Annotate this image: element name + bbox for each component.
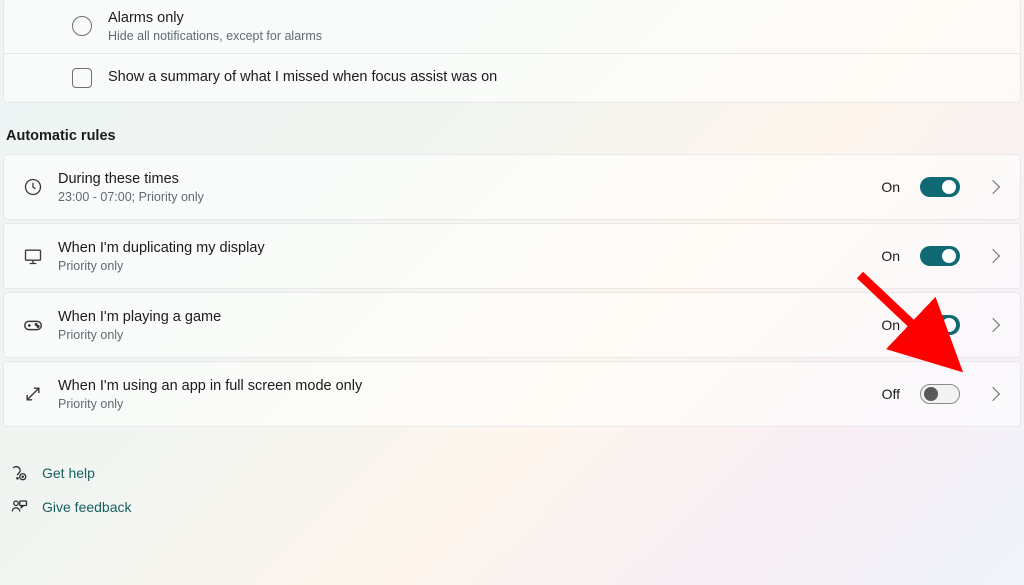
rule-during-these-times[interactable]: During these times 23:00 - 07:00; Priori… (3, 154, 1021, 220)
gamepad-icon (22, 314, 44, 336)
section-header-automatic-rules: Automatic rules (0, 106, 1024, 154)
toggle-state-label: Off (882, 386, 900, 402)
toggle-state-label: On (881, 317, 900, 333)
rule-subtitle: Priority only (58, 397, 868, 411)
help-links: Get help Give feedback (0, 430, 1024, 530)
rule-title: When I'm playing a game (58, 308, 867, 327)
feedback-icon (8, 496, 30, 518)
toggle-fullscreen-app[interactable] (920, 384, 960, 404)
toggle-playing-game[interactable] (920, 315, 960, 335)
rule-title: When I'm duplicating my display (58, 239, 867, 258)
chevron-right-icon[interactable] (986, 387, 1000, 401)
option-title: Alarms only (108, 9, 322, 28)
toggle-duplicating-display[interactable] (920, 246, 960, 266)
link-give-feedback[interactable]: Give feedback (6, 490, 1018, 524)
option-alarms-only[interactable]: Alarms only Hide all notifications, exce… (4, 0, 1020, 53)
rule-playing-game[interactable]: When I'm playing a game Priority only On (3, 292, 1021, 358)
fullscreen-icon (22, 383, 44, 405)
toggle-state-label: On (881, 179, 900, 195)
help-icon (8, 462, 30, 484)
clock-icon (22, 176, 44, 198)
chevron-right-icon[interactable] (986, 249, 1000, 263)
rule-subtitle: Priority only (58, 259, 867, 273)
checkbox-label: Show a summary of what I missed when foc… (108, 68, 497, 87)
radio-icon[interactable] (72, 16, 92, 36)
focus-assist-options-group: Alarms only Hide all notifications, exce… (3, 0, 1021, 103)
toggle-during-times[interactable] (920, 177, 960, 197)
rule-fullscreen-app[interactable]: When I'm using an app in full screen mod… (3, 361, 1021, 427)
monitor-icon (22, 245, 44, 267)
checkbox-icon[interactable] (72, 68, 92, 88)
rule-subtitle: Priority only (58, 328, 867, 342)
rule-title: During these times (58, 170, 867, 189)
link-label: Give feedback (42, 499, 132, 515)
chevron-right-icon[interactable] (986, 318, 1000, 332)
option-show-summary[interactable]: Show a summary of what I missed when foc… (4, 54, 1020, 102)
link-label: Get help (42, 465, 95, 481)
rule-duplicating-display[interactable]: When I'm duplicating my display Priority… (3, 223, 1021, 289)
rule-title: When I'm using an app in full screen mod… (58, 377, 868, 396)
option-subtitle: Hide all notifications, except for alarm… (108, 29, 322, 43)
rule-subtitle: 23:00 - 07:00; Priority only (58, 190, 867, 204)
toggle-state-label: On (881, 248, 900, 264)
link-get-help[interactable]: Get help (6, 456, 1018, 490)
chevron-right-icon[interactable] (986, 180, 1000, 194)
